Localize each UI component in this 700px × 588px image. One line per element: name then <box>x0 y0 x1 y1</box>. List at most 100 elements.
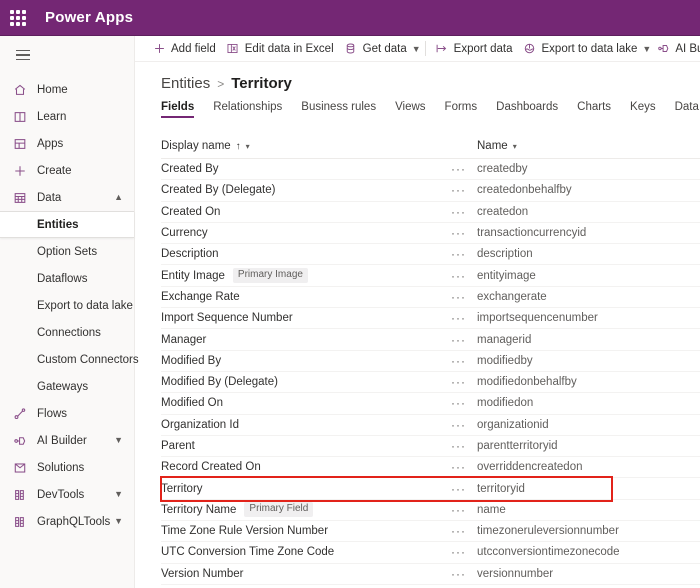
chevron-down-icon[interactable]: ▼ <box>114 517 123 526</box>
row-more-actions-icon[interactable]: ··· <box>451 291 477 303</box>
row-more-actions-icon[interactable]: ··· <box>451 483 477 495</box>
row-more-actions-icon[interactable]: ··· <box>451 184 477 196</box>
column-header-name[interactable]: Name ▾ <box>477 140 686 152</box>
sidebar-item-apps[interactable]: Apps <box>0 130 134 157</box>
sidebar-item-label: Option Sets <box>37 246 97 258</box>
excel-icon <box>226 42 240 56</box>
tab-dashboards[interactable]: Dashboards <box>496 101 568 118</box>
tab-data[interactable]: Data <box>675 101 700 118</box>
cell-display-name: Modified By (Delegate) <box>161 376 451 388</box>
table-row[interactable]: Modified By···modifiedby <box>161 351 700 372</box>
chevron-down-icon[interactable]: ▼ <box>412 37 421 61</box>
cell-logical-name: timezoneruleversionnumber <box>477 525 686 537</box>
table-row[interactable]: UTC Conversion Time Zone Code···utcconve… <box>161 542 700 563</box>
sidebar-item-label: Dataflows <box>37 273 88 285</box>
sidebar-item-devtools[interactable]: DevTools▼ <box>0 481 134 508</box>
sidebar-item-flows[interactable]: Flows <box>0 400 134 427</box>
table-row[interactable]: Created By (Delegate)···createdonbehalfb… <box>161 180 700 201</box>
row-more-actions-icon[interactable]: ··· <box>451 376 477 388</box>
table-row[interactable]: Description···description <box>161 244 700 265</box>
column-header-display-name[interactable]: Display name ↑ ▾ <box>161 140 451 152</box>
ai-builder-button[interactable]: AI Builder <box>651 37 700 61</box>
table-row[interactable]: Version Number···versionnumber <box>161 564 700 585</box>
sidebar-item-label: Create <box>37 165 72 177</box>
tab-business-rules[interactable]: Business rules <box>301 101 386 118</box>
chevron-down-icon[interactable]: ▼ <box>114 436 123 445</box>
table-row[interactable]: Currency···transactioncurrencyid <box>161 223 700 244</box>
table-row[interactable]: Exchange Rate···exchangerate <box>161 287 700 308</box>
cell-logical-name: parentterritoryid <box>477 440 686 452</box>
sidebar-item-learn[interactable]: Learn <box>0 103 134 130</box>
cell-logical-name: managerid <box>477 334 686 346</box>
table-row[interactable]: Entity ImagePrimary Image···entityimage <box>161 265 700 286</box>
row-more-actions-icon[interactable]: ··· <box>451 355 477 367</box>
chevron-up-icon[interactable]: ▲ <box>114 193 123 202</box>
cell-display-name: Territory NamePrimary Field <box>161 502 451 517</box>
add-field-button[interactable]: Add field <box>147 37 221 61</box>
sidebar-item-custom-connectors[interactable]: Custom Connectors <box>0 346 134 373</box>
sidebar-item-home[interactable]: Home <box>0 76 134 103</box>
row-more-actions-icon[interactable]: ··· <box>451 227 477 239</box>
cell-display-name: Created On <box>161 206 451 218</box>
table-row[interactable]: Modified By (Delegate)···modifiedonbehal… <box>161 372 700 393</box>
table-row[interactable]: Territory NamePrimary Field···name <box>161 500 700 521</box>
sidebar-item-dataflows[interactable]: Dataflows <box>0 265 134 292</box>
row-more-actions-icon[interactable]: ··· <box>451 440 477 452</box>
sidebar-item-entities[interactable]: Entities <box>0 211 134 238</box>
row-more-actions-icon[interactable]: ··· <box>451 312 477 324</box>
table-row[interactable]: Time Zone Rule Version Number···timezone… <box>161 521 700 542</box>
export-to-data-lake-button[interactable]: Export to data lake <box>518 37 643 61</box>
row-more-actions-icon[interactable]: ··· <box>451 419 477 431</box>
devtools-icon <box>11 488 28 502</box>
tab-charts[interactable]: Charts <box>577 101 621 118</box>
sidebar-item-create[interactable]: Create <box>0 157 134 184</box>
sidebar-item-gateways[interactable]: Gateways <box>0 373 134 400</box>
breadcrumb-parent-link[interactable]: Entities <box>161 75 210 92</box>
tab-forms[interactable]: Forms <box>445 101 488 118</box>
sidebar-item-connections[interactable]: Connections <box>0 319 134 346</box>
row-more-actions-icon[interactable]: ··· <box>451 461 477 473</box>
row-more-actions-icon[interactable]: ··· <box>451 568 477 580</box>
row-more-actions-icon[interactable]: ··· <box>451 334 477 346</box>
table-row[interactable]: Organization Id···organizationid <box>161 415 700 436</box>
cell-display-name: Parent <box>161 440 451 452</box>
chevron-down-icon[interactable]: ▾ <box>246 142 250 151</box>
chevron-down-icon[interactable]: ▼ <box>642 37 651 61</box>
tab-views[interactable]: Views <box>395 101 435 118</box>
table-row[interactable]: Territory···territoryid <box>161 478 700 499</box>
tab-relationships[interactable]: Relationships <box>213 101 292 118</box>
row-more-actions-icon[interactable]: ··· <box>451 397 477 409</box>
row-more-actions-icon[interactable]: ··· <box>451 525 477 537</box>
row-more-actions-icon[interactable]: ··· <box>451 270 477 282</box>
export-data-button[interactable]: Export data <box>430 37 518 61</box>
table-row[interactable]: Created By···createdby <box>161 159 700 180</box>
hamburger-menu-icon[interactable] <box>6 40 40 70</box>
sidebar-item-graphqltools[interactable]: GraphQLTools▼ <box>0 508 134 535</box>
row-more-actions-icon[interactable]: ··· <box>451 546 477 558</box>
row-more-actions-icon[interactable]: ··· <box>451 248 477 260</box>
sidebar-item-export-to-data-lake[interactable]: Export to data lake <box>0 292 134 319</box>
sidebar-item-option-sets[interactable]: Option Sets <box>0 238 134 265</box>
sidebar-item-label: Solutions <box>37 462 84 474</box>
table-row[interactable]: Created On···createdon <box>161 202 700 223</box>
table-row[interactable]: Parent···parentterritoryid <box>161 436 700 457</box>
get-data-button[interactable]: Get data <box>339 37 412 61</box>
chevron-down-icon[interactable]: ▼ <box>114 490 123 499</box>
field-display-name: Manager <box>161 334 206 346</box>
table-row[interactable]: Record Created On···overriddencreatedon <box>161 457 700 478</box>
tab-keys[interactable]: Keys <box>630 101 666 118</box>
chevron-down-icon[interactable]: ▾ <box>513 142 517 151</box>
sidebar-item-data[interactable]: Data▲ <box>0 184 134 211</box>
table-row[interactable]: Modified On···modifiedon <box>161 393 700 414</box>
edit-data-in-excel-button[interactable]: Edit data in Excel <box>221 37 339 61</box>
command-label: AI Builder <box>675 43 700 55</box>
sidebar-item-solutions[interactable]: Solutions <box>0 454 134 481</box>
table-row[interactable]: Manager ···managerid <box>161 329 700 350</box>
app-launcher-waffle-icon[interactable] <box>9 9 27 27</box>
sidebar-item-ai-builder[interactable]: AI Builder▼ <box>0 427 134 454</box>
tab-fields[interactable]: Fields <box>161 101 204 118</box>
row-more-actions-icon[interactable]: ··· <box>451 206 477 218</box>
row-more-actions-icon[interactable]: ··· <box>451 504 477 516</box>
row-more-actions-icon[interactable]: ··· <box>451 163 477 175</box>
table-row[interactable]: Import Sequence Number···importsequencen… <box>161 308 700 329</box>
